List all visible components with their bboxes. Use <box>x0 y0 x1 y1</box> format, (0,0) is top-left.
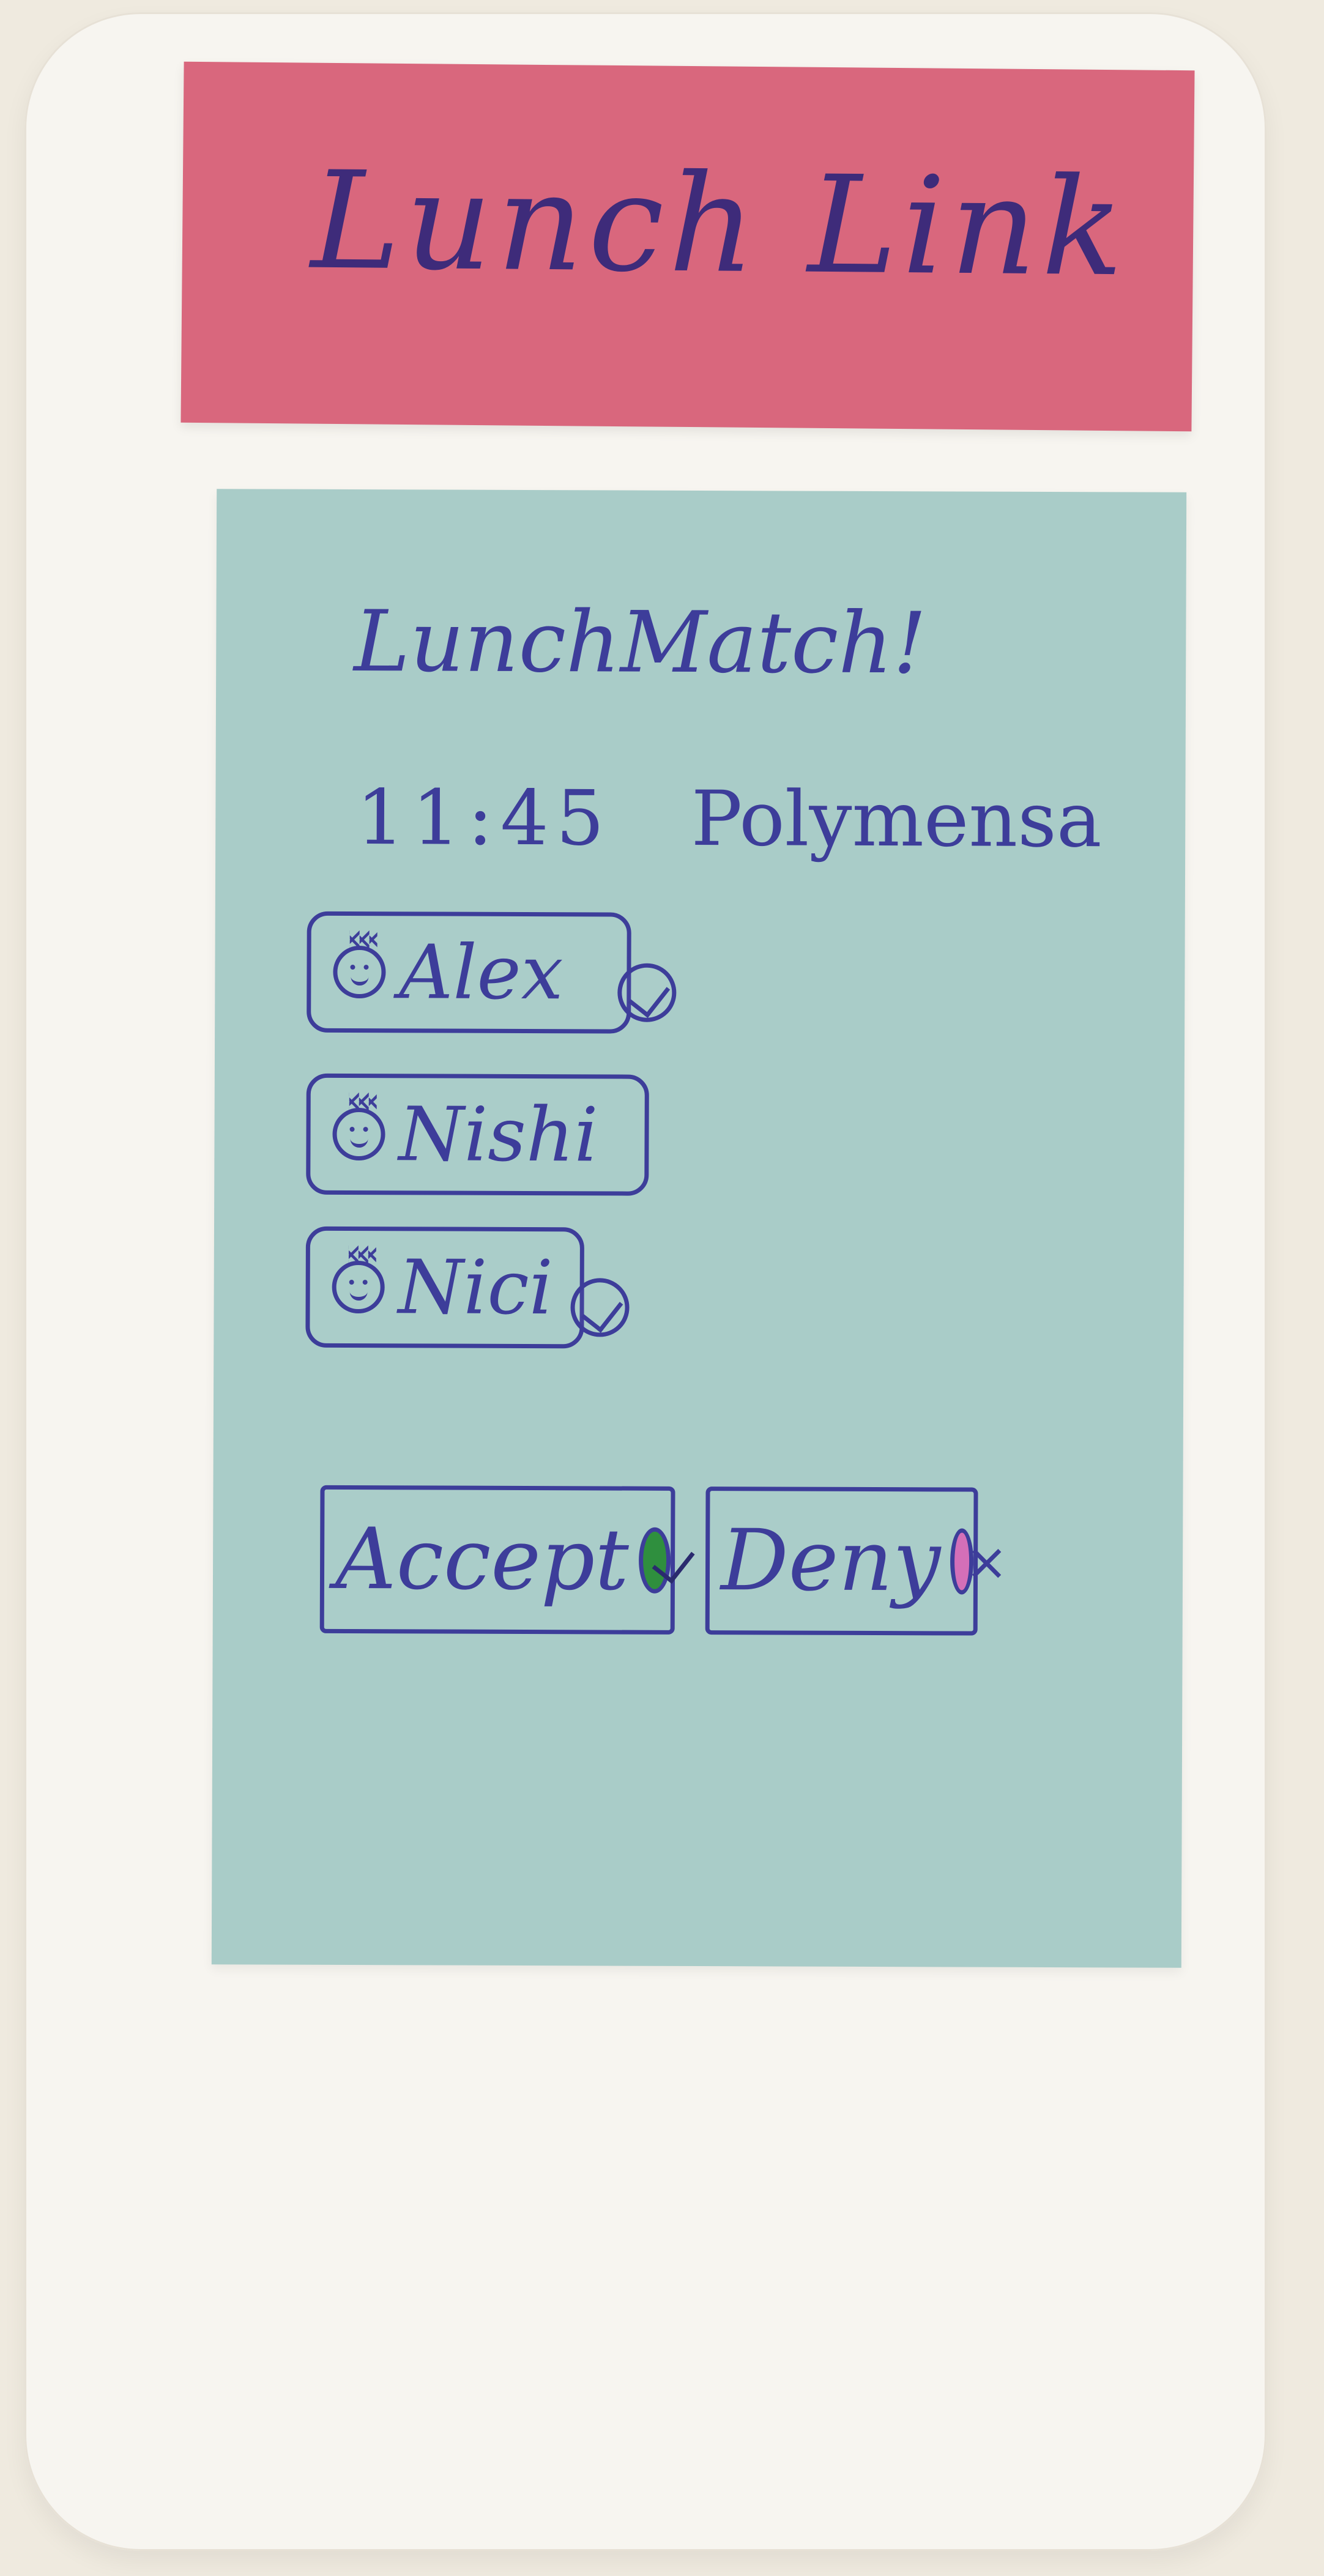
smiley-avatar-icon <box>332 1260 385 1314</box>
smiley-avatar-icon <box>332 1107 385 1161</box>
participant-name: Nici <box>398 1244 554 1332</box>
participant-row-nishi: Nishi <box>306 1073 649 1196</box>
page-title: LunchMatch! <box>354 592 927 693</box>
participant-card-alex: Alex <box>307 911 631 1034</box>
app-title: Lunch Link <box>310 142 1129 306</box>
match-time: 11:45 <box>356 774 612 863</box>
hair-icon <box>350 929 377 950</box>
smile-icon <box>351 971 369 986</box>
hair-icon <box>349 1091 377 1112</box>
app-header: Lunch Link <box>180 61 1195 432</box>
check-icon <box>617 963 677 1022</box>
close-icon <box>950 1528 974 1595</box>
participant-row-alex: Alex <box>307 911 677 1034</box>
hair-icon <box>349 1244 376 1265</box>
smile-icon <box>350 1133 368 1148</box>
smiley-avatar-icon <box>333 945 386 999</box>
phone-prototype: Lunch Link LunchMatch! 11:45 Polymensa A… <box>24 12 1266 2551</box>
participant-card-nici: Nici <box>305 1226 585 1349</box>
check-icon <box>638 1527 671 1594</box>
match-location: Polymensa <box>691 774 1103 865</box>
deny-button-label: Deny <box>720 1511 941 1611</box>
participant-name: Alex <box>399 929 563 1017</box>
participant-name: Nishi <box>398 1091 598 1179</box>
check-icon <box>570 1278 630 1337</box>
accept-button-label: Accept <box>335 1509 630 1609</box>
participant-card-nishi: Nishi <box>306 1073 649 1196</box>
smile-icon <box>349 1286 368 1301</box>
participant-row-nici: Nici <box>305 1226 630 1349</box>
accept-button[interactable]: Accept <box>319 1485 675 1635</box>
match-details: 11:45 Polymensa <box>356 774 1103 865</box>
match-screen: LunchMatch! 11:45 Polymensa Alex Nishi N… <box>211 489 1187 1968</box>
deny-button[interactable]: Deny <box>705 1487 978 1636</box>
